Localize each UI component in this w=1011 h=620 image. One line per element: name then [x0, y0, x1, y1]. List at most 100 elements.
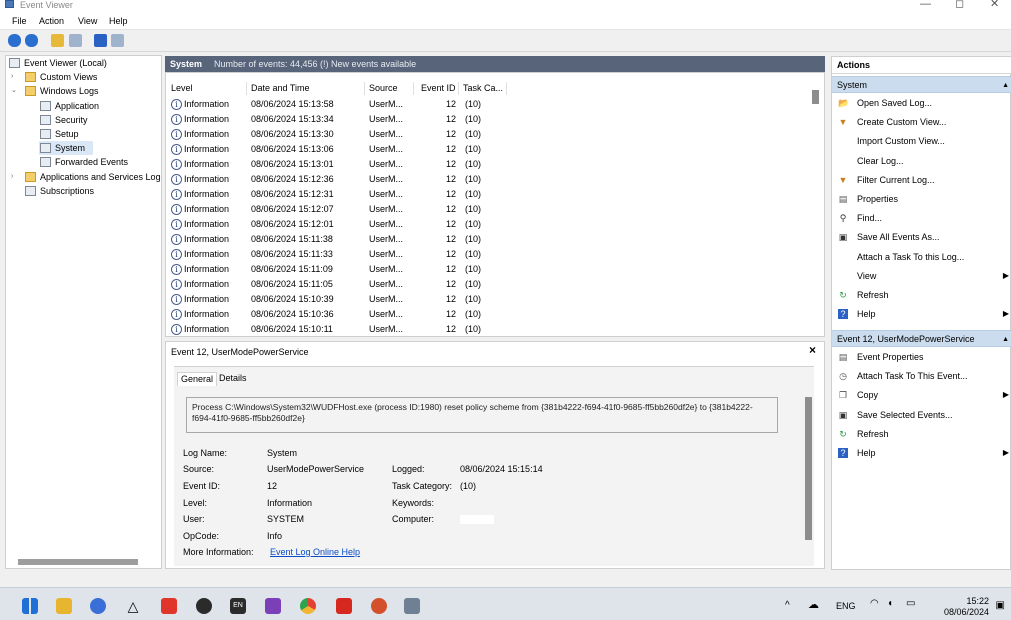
action-item[interactable]: Import Custom View... [832, 132, 1011, 150]
tree-custom-views[interactable]: › Custom Views [9, 70, 159, 84]
detail-vertical-scrollbar[interactable] [805, 397, 812, 540]
wifi-icon[interactable]: ◠ [870, 598, 879, 609]
start-icon[interactable] [22, 598, 38, 614]
column-divider[interactable] [413, 82, 414, 95]
cloud-icon[interactable]: ☁ [808, 598, 819, 611]
collapse-up-icon[interactable]: ▲ [1002, 77, 1009, 94]
collapse-up-icon[interactable]: ▲ [1002, 331, 1009, 348]
tree-windows-logs[interactable]: ⌄ Windows Logs [9, 84, 159, 98]
column-source[interactable]: Source [369, 83, 398, 94]
action-item[interactable]: ? Help ▶ [832, 305, 1011, 323]
chevron-down-icon[interactable]: ⌄ [11, 84, 17, 98]
tree-root[interactable]: Event Viewer (Local) [9, 56, 159, 70]
up-folder-icon[interactable] [51, 34, 64, 47]
column-event-id[interactable]: Event ID [421, 83, 456, 94]
tree-horizontal-scrollbar[interactable] [18, 559, 138, 565]
chevron-right-icon[interactable]: › [11, 170, 13, 184]
action-item[interactable]: View ▶ [832, 267, 1011, 285]
close-detail-icon[interactable]: × [809, 343, 816, 357]
table-row[interactable]: i Information 08/06/2024 15:12:36 UserM... 1… [166, 172, 806, 187]
show-hide-action-icon[interactable] [111, 34, 124, 47]
onenote-icon[interactable] [265, 598, 281, 614]
column-date[interactable]: Date and Time [251, 83, 310, 94]
table-row[interactable]: i Information 08/06/2024 15:13:34 UserM... 1… [166, 112, 806, 127]
show-hide-tree-icon[interactable] [69, 34, 82, 47]
chevron-right-icon[interactable]: › [11, 70, 13, 84]
events-vertical-scrollbar[interactable] [812, 90, 819, 104]
tree-item-setup[interactable]: Setup [9, 127, 159, 141]
column-divider[interactable] [458, 82, 459, 95]
volume-icon[interactable]: ◖ [887, 598, 893, 609]
actions-group-event[interactable]: Event 12, UserModePowerService ▲ [832, 330, 1011, 347]
table-row[interactable]: i Information 08/06/2024 15:12:31 UserM... 1… [166, 187, 806, 202]
tree-apps-services[interactable]: › Applications and Services Log [9, 170, 161, 184]
close-icon[interactable]: ✕ [990, 0, 999, 10]
menu-action[interactable]: Action [39, 16, 64, 27]
column-level[interactable]: Level [171, 83, 193, 94]
table-row[interactable]: i Information 08/06/2024 15:12:01 UserM... 1… [166, 217, 806, 232]
action-item[interactable]: ▣ Save Selected Events... [832, 406, 1011, 424]
actions-group-system[interactable]: System ▲ [832, 76, 1011, 93]
action-item[interactable]: ▣ Save All Events As... [832, 228, 1011, 246]
help-icon[interactable] [94, 34, 107, 47]
tree-item-security[interactable]: Security [9, 113, 159, 127]
menu-file[interactable]: File [12, 16, 27, 27]
table-row[interactable]: i Information 08/06/2024 15:10:36 UserM... 1… [166, 307, 806, 322]
tab-general[interactable]: General [177, 372, 218, 386]
triangle-app-icon[interactable]: △ [125, 598, 141, 614]
red-app-icon[interactable] [161, 598, 177, 614]
action-item[interactable]: ↻ Refresh [832, 286, 1011, 304]
action-item[interactable]: Clear Log... [832, 152, 1011, 170]
action-item[interactable]: ? Help ▶ [832, 444, 1011, 462]
table-row[interactable]: i Information 08/06/2024 15:10:11 UserM... 1… [166, 322, 806, 336]
notification-icon[interactable]: ▣ [996, 600, 1005, 611]
action-item[interactable]: ◷ Attach Task To This Event... [832, 367, 1011, 385]
action-item[interactable]: ▤ Properties [832, 190, 1011, 208]
table-row[interactable]: i Information 08/06/2024 15:11:09 UserM... 1… [166, 262, 806, 277]
tab-details[interactable]: Details [216, 372, 250, 385]
table-row[interactable]: i Information 08/06/2024 15:13:06 UserM... 1… [166, 142, 806, 157]
pdf-reader-icon[interactable] [336, 598, 352, 614]
file-explorer-icon[interactable] [56, 598, 72, 614]
chrome-icon[interactable] [300, 598, 316, 614]
column-divider[interactable] [364, 82, 365, 95]
table-row[interactable]: i Information 08/06/2024 15:12:07 UserM... 1… [166, 202, 806, 217]
table-row[interactable]: i Information 08/06/2024 15:11:38 UserM... 1… [166, 232, 806, 247]
action-item[interactable]: ▼ Create Custom View... [832, 113, 1011, 131]
event-log-online-help-link[interactable]: Event Log Online Help [270, 546, 360, 558]
tree-item-system[interactable]: System [39, 141, 93, 155]
table-row[interactable]: i Information 08/06/2024 15:10:39 UserM... 1… [166, 292, 806, 307]
table-row[interactable]: i Information 08/06/2024 15:13:58 UserM... 1… [166, 97, 806, 112]
tree-item-application[interactable]: Application [9, 99, 159, 113]
action-item[interactable]: Attach a Task To this Log... [832, 248, 1011, 266]
language-app-icon[interactable]: EN [230, 598, 246, 614]
media-app-icon[interactable] [90, 598, 106, 614]
event-viewer-taskbar-icon[interactable] [404, 598, 420, 614]
powerpoint-icon[interactable] [371, 598, 387, 614]
back-icon[interactable] [8, 34, 21, 47]
chevron-up-icon[interactable]: ^ [785, 600, 790, 611]
minimize-icon[interactable]: — [920, 0, 931, 10]
action-item[interactable]: ❐ Copy ▶ [832, 386, 1011, 404]
column-divider[interactable] [246, 82, 247, 95]
maximize-icon[interactable]: ◻ [955, 0, 964, 10]
forward-icon[interactable] [25, 34, 38, 47]
action-item[interactable]: ↻ Refresh [832, 425, 1011, 443]
language-indicator[interactable]: ENG [836, 601, 856, 611]
table-row[interactable]: i Information 08/06/2024 15:11:05 UserM... 1… [166, 277, 806, 292]
table-row[interactable]: i Information 08/06/2024 15:13:01 UserM... 1… [166, 157, 806, 172]
battery-icon[interactable]: ▭ [906, 598, 915, 609]
action-item[interactable]: ▤ Event Properties [832, 348, 1011, 366]
tree-item-forwarded[interactable]: Forwarded Events [9, 155, 159, 169]
action-item[interactable]: 📂 Open Saved Log... [832, 94, 1011, 112]
table-row[interactable]: i Information 08/06/2024 15:13:30 UserM... 1… [166, 127, 806, 142]
tree-subscriptions[interactable]: Subscriptions [9, 184, 159, 198]
column-task[interactable]: Task Ca... [463, 83, 503, 94]
action-item[interactable]: ⚲ Find... [832, 209, 1011, 227]
menu-view[interactable]: View [78, 16, 97, 27]
action-item[interactable]: ▼ Filter Current Log... [832, 171, 1011, 189]
table-row[interactable]: i Information 08/06/2024 15:11:33 UserM... 1… [166, 247, 806, 262]
s-app-icon[interactable] [196, 598, 212, 614]
column-divider[interactable] [506, 82, 507, 95]
clock[interactable]: 15:22 08/06/2024 [944, 596, 989, 618]
